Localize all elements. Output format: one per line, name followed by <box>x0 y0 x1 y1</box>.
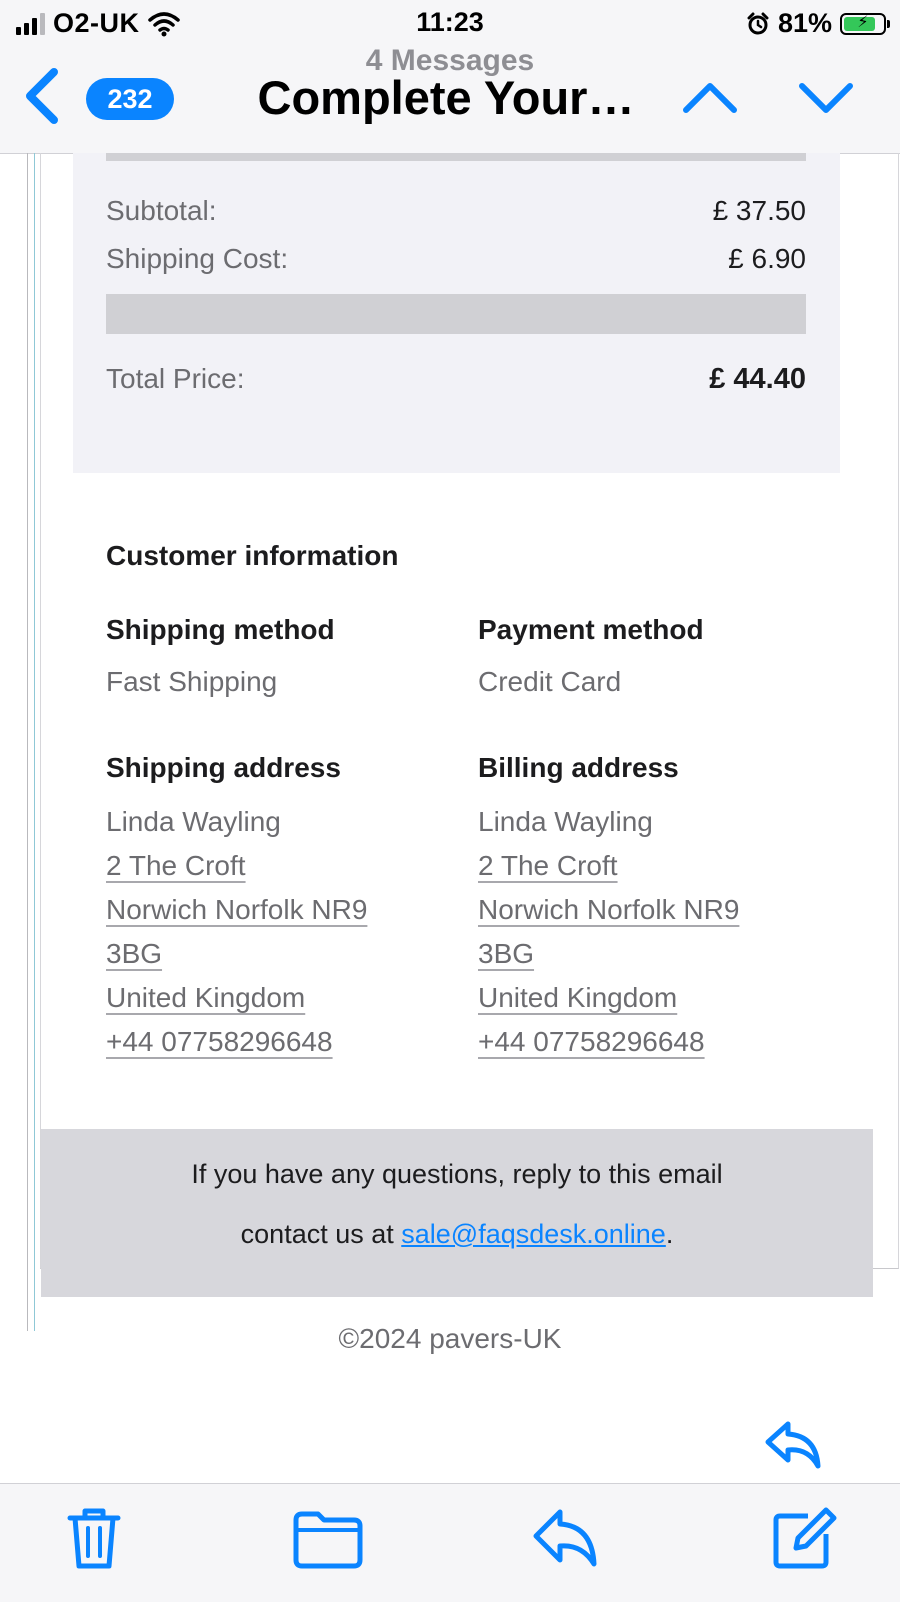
shipping-address-lines: Linda Wayling 2 The Croft Norwich Norfol… <box>106 800 436 1064</box>
subtotal-value: £ 37.50 <box>712 195 806 226</box>
summary-divider <box>106 294 806 334</box>
shipping-address-heading: Shipping address <box>106 752 341 783</box>
alarm-icon <box>747 12 769 34</box>
status-right: 81% ⚡ <box>746 8 890 39</box>
compose-icon[interactable] <box>768 1502 840 1574</box>
billing-address-country-link[interactable]: United Kingdom <box>478 976 808 1020</box>
order-summary-box: Subtotal: £ 37.50 Shipping Cost: £ 6.90 … <box>73 153 840 473</box>
total-price-label: Total Price: <box>106 363 245 394</box>
shipping-method-value: Fast Shipping <box>106 666 278 697</box>
navigation-bar: 232 4 Messages Complete Your… <box>0 44 900 154</box>
email-footer-box: If you have any questions, reply to this… <box>41 1129 873 1297</box>
shipping-method-heading: Shipping method <box>106 614 335 645</box>
back-chevron-icon[interactable] <box>18 66 68 126</box>
chevron-up-icon[interactable] <box>680 68 740 128</box>
reply-icon[interactable] <box>762 1418 824 1472</box>
shipping-cost-value: £ 6.90 <box>728 243 806 274</box>
bottom-toolbar <box>0 1483 900 1602</box>
subtotal-row: Subtotal: £ 37.50 <box>106 195 806 227</box>
battery-icon: ⚡ <box>840 12 890 35</box>
total-price-value: £ 44.40 <box>709 363 806 395</box>
shipping-cost-row: Shipping Cost: £ 6.90 <box>106 243 806 275</box>
customer-information-heading: Customer information <box>106 540 399 571</box>
shipping-method-block: Shipping method Fast Shipping <box>106 614 436 698</box>
thread-line <box>27 153 28 1331</box>
billing-address-block: Billing address Linda Wayling 2 The Crof… <box>478 752 808 1064</box>
shipping-address-city-link[interactable]: Norwich Norfolk NR9 <box>106 888 436 932</box>
chevron-down-icon[interactable] <box>796 68 856 128</box>
shipping-address-name: Linda Wayling <box>106 806 281 837</box>
shipping-cost-label: Shipping Cost: <box>106 243 289 274</box>
support-email-link[interactable]: sale@faqsdesk.online <box>401 1219 666 1249</box>
mailbox-count-badge[interactable]: 232 <box>86 78 174 120</box>
shipping-address-street-link[interactable]: 2 The Croft <box>106 844 436 888</box>
footer-contact-line: contact us at sale@faqsdesk.online. <box>41 1219 873 1250</box>
billing-address-postcode-link[interactable]: 3BG <box>478 932 808 976</box>
reply-icon[interactable] <box>530 1502 602 1574</box>
total-price-row: Total Price: £ 44.40 <box>106 363 806 396</box>
payment-method-heading: Payment method <box>478 614 704 645</box>
footer-questions-text: If you have any questions, reply to this… <box>191 1159 723 1189</box>
footer-contact-suffix: . <box>665 1219 674 1249</box>
shipping-address-postcode-link[interactable]: 3BG <box>106 932 436 976</box>
status-bar: O2-UK 11:23 81% ⚡ <box>0 0 900 48</box>
shipping-address-block: Shipping address Linda Wayling 2 The Cro… <box>106 752 436 1064</box>
folder-icon[interactable] <box>292 1502 364 1574</box>
billing-address-heading: Billing address <box>478 752 679 783</box>
email-subject-title: Complete Your… <box>257 71 635 124</box>
billing-address-lines: Linda Wayling 2 The Croft Norwich Norfol… <box>478 800 808 1064</box>
charging-bolt-icon: ⚡ <box>857 13 869 31</box>
battery-percent: 81% <box>777 8 832 38</box>
payment-method-value: Credit Card <box>478 666 622 697</box>
shipping-address-country-link[interactable]: United Kingdom <box>106 976 436 1020</box>
copyright-text: ©2024 pavers-UK <box>338 1323 562 1354</box>
billing-address-city-link[interactable]: Norwich Norfolk NR9 <box>478 888 808 932</box>
billing-address-street-link[interactable]: 2 The Croft <box>478 844 808 888</box>
payment-method-block: Payment method Credit Card <box>478 614 808 698</box>
billing-address-phone-link[interactable]: +44 07758296648 <box>478 1020 808 1064</box>
shipping-address-phone-link[interactable]: +44 07758296648 <box>106 1020 436 1064</box>
quote-line <box>34 153 35 1331</box>
trash-icon[interactable] <box>58 1502 130 1574</box>
summary-top-divider <box>106 153 806 161</box>
billing-address-name: Linda Wayling <box>478 806 653 837</box>
subtotal-label: Subtotal: <box>106 195 217 226</box>
footer-contact-prefix: contact us at <box>240 1219 402 1249</box>
